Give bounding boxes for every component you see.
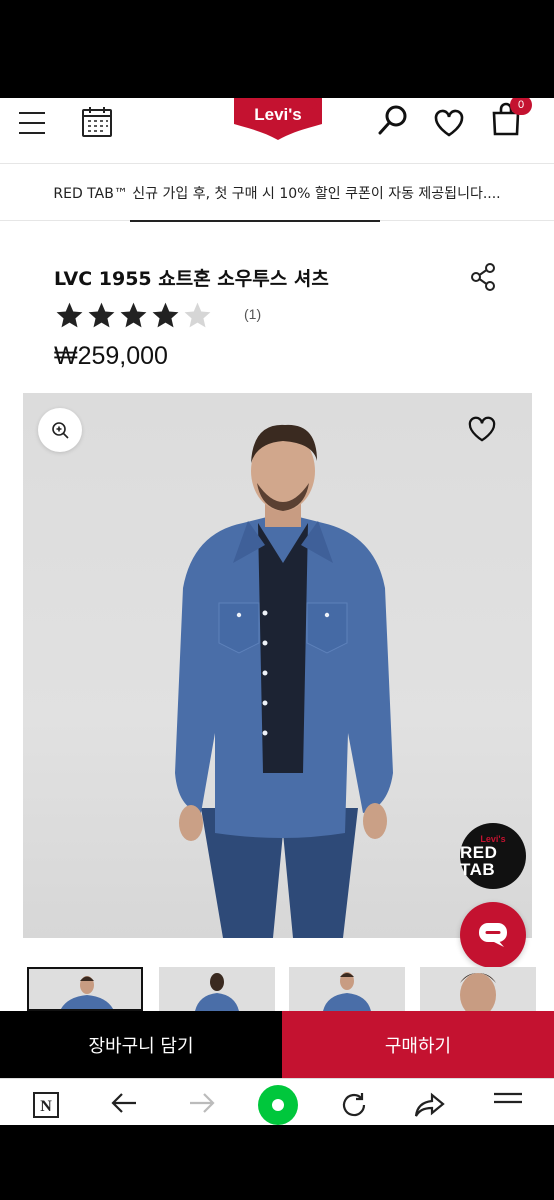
purchase-bar: 장바구니 담기 구매하기 xyxy=(0,1011,554,1078)
header: Levi's 0 xyxy=(0,98,554,164)
chat-button[interactable] xyxy=(460,902,526,968)
review-count[interactable]: (1) xyxy=(244,306,261,322)
menu-icon[interactable] xyxy=(490,1079,526,1125)
star-icon xyxy=(120,302,147,328)
zoom-button[interactable] xyxy=(38,408,82,452)
app-screen: Levi's 0 RED TAB™ 신규 가입 후, 첫 구매 시 10% 할인… xyxy=(0,98,554,1125)
star-icon xyxy=(184,302,211,328)
thumbnail-strip xyxy=(27,967,554,1011)
wishlist-heart-icon[interactable] xyxy=(463,411,501,447)
star-icon xyxy=(88,302,115,328)
levis-logo[interactable]: Levi's xyxy=(232,98,324,142)
model-photo xyxy=(175,424,393,938)
notion-icon[interactable]: N xyxy=(28,1079,64,1125)
promo-banner[interactable]: RED TAB™ 신규 가입 후, 첫 구매 시 10% 할인 쿠폰이 자동 제… xyxy=(0,165,554,221)
svg-text:N: N xyxy=(40,1098,52,1115)
red-tab-badge[interactable]: Levi's RED TAB xyxy=(460,823,526,889)
heart-icon[interactable] xyxy=(430,106,468,140)
thumbnail-4[interactable] xyxy=(420,967,536,1011)
promo-progress-bar xyxy=(130,220,380,222)
thumbnail-3[interactable] xyxy=(289,967,405,1011)
buy-now-button[interactable]: 구매하기 xyxy=(282,1011,554,1078)
search-icon[interactable] xyxy=(374,102,412,138)
menu-icon[interactable] xyxy=(16,106,48,140)
share-icon[interactable] xyxy=(466,260,500,294)
star-icon xyxy=(56,302,83,328)
product-title: LVC 1955 쇼트혼 소우투스 셔츠 xyxy=(54,268,329,290)
thumbnail-1[interactable] xyxy=(27,967,143,1011)
product-image[interactable]: Levi's RED TAB xyxy=(23,393,532,938)
add-to-cart-button[interactable]: 장바구니 담기 xyxy=(0,1011,282,1078)
red-tab-badge-title: RED TAB xyxy=(460,842,498,879)
refresh-icon[interactable] xyxy=(336,1079,372,1125)
back-icon[interactable] xyxy=(106,1079,142,1125)
product-price: ₩259,000 xyxy=(54,342,168,370)
chat-icon xyxy=(479,923,507,947)
logo-text: Levi's xyxy=(254,105,302,124)
forward-icon[interactable] xyxy=(184,1079,220,1125)
home-icon[interactable] xyxy=(256,1079,300,1125)
cart-count-badge: 0 xyxy=(510,98,532,115)
thumbnail-2[interactable] xyxy=(159,967,275,1011)
zoom-icon xyxy=(52,422,69,439)
share-icon[interactable] xyxy=(412,1079,448,1125)
calendar-icon[interactable] xyxy=(78,103,116,141)
rating-stars xyxy=(54,300,213,331)
browser-toolbar: N xyxy=(0,1078,554,1125)
star-icon xyxy=(152,302,179,328)
